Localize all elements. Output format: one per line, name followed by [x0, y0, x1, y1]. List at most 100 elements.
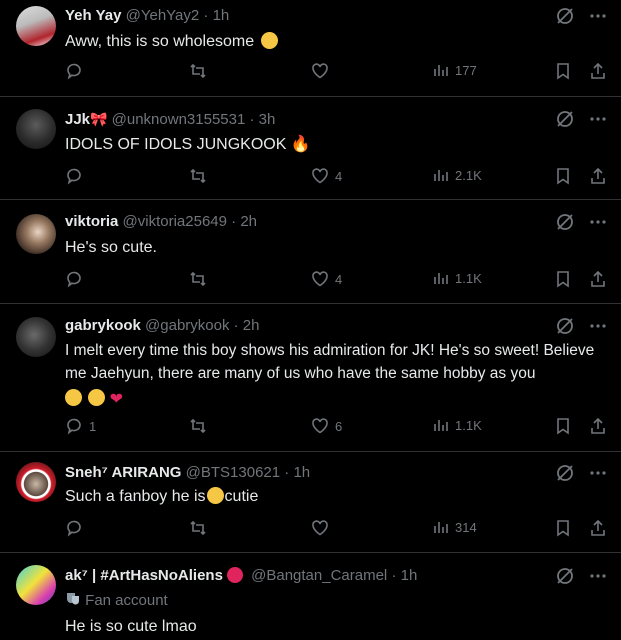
bookmark-button[interactable] — [555, 167, 571, 185]
reply-button[interactable] — [65, 62, 89, 80]
grok-icon[interactable] — [555, 316, 575, 336]
timestamp[interactable]: · 2h — [234, 317, 260, 334]
avatar[interactable] — [16, 214, 56, 254]
reply-button[interactable] — [65, 519, 89, 537]
more-icon[interactable] — [589, 7, 607, 25]
tweet: Yeh Yay @YehYay2 · 1h Aww, this is so wh… — [0, 0, 621, 96]
user-handle[interactable]: @Bangtan_Caramel — [251, 567, 387, 584]
view-count: 177 — [455, 62, 477, 78]
avatar[interactable] — [16, 317, 56, 357]
tweet-text: He is so cute lmao — [65, 618, 197, 635]
views-icon — [434, 522, 448, 533]
display-name[interactable]: viktoria — [65, 213, 118, 230]
heart-icon — [312, 418, 328, 434]
views-button[interactable]: 2.1K — [433, 167, 482, 183]
views-button[interactable]: 1.1K — [433, 417, 482, 433]
display-name[interactable]: ak⁷ | #ArtHasNoAliens — [65, 567, 223, 584]
views-button[interactable]: 314 — [433, 519, 477, 535]
share-button[interactable] — [589, 62, 607, 80]
view-count: 1.1K — [455, 270, 482, 286]
like-button[interactable]: 6 — [311, 417, 342, 435]
tweet-text: He's so cute. — [65, 239, 157, 256]
like-button[interactable] — [311, 519, 335, 537]
more-icon[interactable] — [589, 317, 607, 335]
bookmark-button[interactable] — [555, 62, 571, 80]
share-icon — [591, 62, 605, 79]
bookmark-icon — [557, 63, 569, 80]
tweet: JJk🎀 @unknown3155531 · 3h IDOLS OF IDOLS… — [0, 97, 621, 199]
retweet-button[interactable] — [189, 270, 207, 288]
share-button[interactable] — [589, 270, 607, 288]
bookmark-icon — [557, 418, 569, 435]
more-icon[interactable] — [589, 464, 607, 482]
bookmark-icon — [557, 271, 569, 288]
share-button[interactable] — [589, 167, 607, 185]
view-count: 314 — [455, 519, 477, 535]
grok-icon[interactable] — [555, 6, 575, 26]
tweet: viktoria @viktoria25649 · 2h He's so cut… — [0, 200, 621, 303]
tweet: Sneh⁷ ARIRANG @BTS130621 · 1h Such a fan… — [0, 452, 621, 552]
timestamp[interactable]: · 2h — [231, 213, 257, 230]
reply-button[interactable] — [65, 270, 89, 288]
timestamp[interactable]: · 1h — [284, 464, 310, 481]
theater-masks-icon — [67, 593, 79, 605]
grok-icon[interactable] — [555, 212, 575, 232]
ribbon-icon: 🎀 — [90, 111, 108, 127]
heart-icon — [312, 520, 328, 536]
user-handle[interactable]: @unknown3155531 — [112, 111, 246, 128]
fire-emoji: 🔥 — [290, 136, 311, 153]
heart-icon — [312, 168, 328, 184]
like-button[interactable]: 4 — [311, 167, 342, 185]
bookmark-button[interactable] — [555, 270, 571, 288]
display-name[interactable]: gabrykook — [65, 317, 141, 334]
timestamp[interactable]: · 1h — [203, 7, 229, 24]
reply-icon — [67, 418, 81, 435]
retweet-button[interactable] — [189, 519, 207, 537]
like-count: 4 — [335, 168, 343, 184]
more-icon[interactable] — [589, 110, 607, 128]
views-icon — [434, 273, 448, 284]
timestamp[interactable]: · 3h — [249, 111, 275, 128]
retweet-icon — [190, 418, 206, 434]
views-button[interactable]: 177 — [433, 62, 477, 78]
avatar[interactable] — [16, 109, 56, 149]
display-name[interactable]: Yeh Yay — [65, 7, 121, 24]
reply-button[interactable]: 1 — [65, 417, 96, 435]
like-count: 4 — [335, 271, 343, 287]
avatar[interactable] — [16, 6, 56, 46]
user-handle[interactable]: @BTS130621 — [186, 464, 280, 481]
share-icon — [591, 167, 605, 184]
user-handle[interactable]: @YehYay2 — [126, 7, 200, 24]
bookmark-button[interactable] — [555, 519, 571, 537]
retweet-button[interactable] — [189, 417, 207, 435]
user-handle[interactable]: @gabrykook — [145, 317, 229, 334]
avatar[interactable] — [16, 462, 56, 502]
views-icon — [434, 420, 448, 431]
retweet-icon — [190, 168, 206, 184]
heart-icon — [312, 271, 328, 287]
retweet-button[interactable] — [189, 167, 207, 185]
timestamp[interactable]: · 1h — [391, 567, 417, 584]
share-button[interactable] — [589, 519, 607, 537]
reply-icon — [67, 168, 81, 185]
like-button[interactable]: 4 — [311, 270, 342, 288]
view-count: 2.1K — [455, 167, 482, 183]
display-name[interactable]: Sneh⁷ ARIRANG — [65, 464, 181, 481]
like-button[interactable] — [311, 62, 335, 80]
more-icon[interactable] — [589, 567, 607, 585]
more-icon[interactable] — [589, 213, 607, 231]
bookmark-button[interactable] — [555, 417, 571, 435]
retweet-button[interactable] — [189, 62, 207, 80]
views-button[interactable]: 1.1K — [433, 270, 482, 286]
tweet: ak⁷ | #ArtHasNoAliens @Bangtan_Caramel ·… — [0, 553, 621, 640]
avatar[interactable] — [16, 565, 56, 605]
reply-button[interactable] — [65, 167, 89, 185]
grok-icon[interactable] — [555, 463, 575, 483]
display-name[interactable]: JJk — [65, 111, 90, 128]
user-handle[interactable]: @viktoria25649 — [123, 213, 227, 230]
wink-emoji — [65, 389, 82, 406]
share-button[interactable] — [589, 417, 607, 435]
bookmark-icon — [557, 520, 569, 537]
grok-icon[interactable] — [555, 109, 575, 129]
grok-icon[interactable] — [555, 566, 575, 586]
